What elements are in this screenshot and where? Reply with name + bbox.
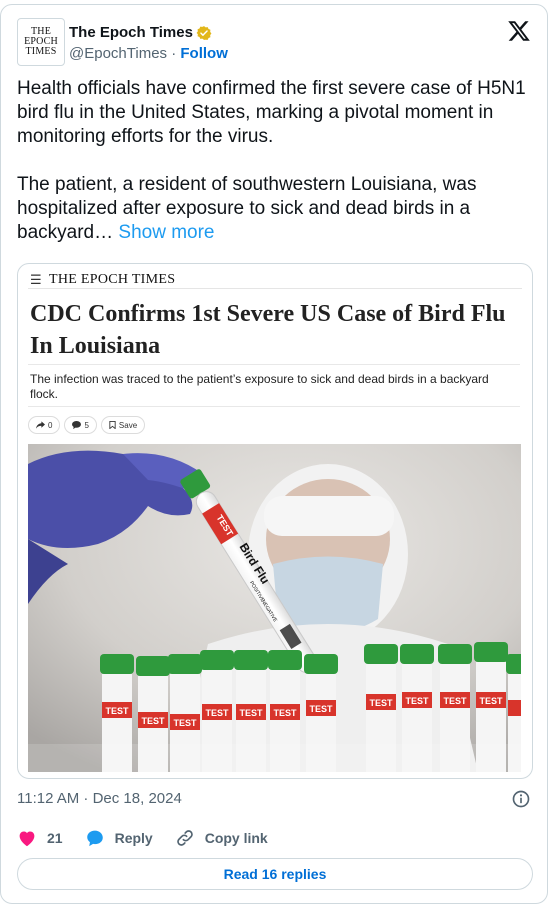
heart-icon <box>19 831 35 847</box>
copy-link-label: Copy link <box>204 830 268 846</box>
article-card[interactable]: ☰ THE EPOCH TIMES CDC Confirms 1st Sever… <box>17 263 533 779</box>
masthead-title: THE EPOCH TIMES <box>48 272 176 287</box>
rack-tube-test-label: TEST <box>443 696 467 706</box>
article-photo: TEST Bird Flu POSITIVE NEGATIVE TEST TES… <box>28 444 521 772</box>
verified-badge-icon <box>196 25 212 40</box>
save-label: Save <box>118 420 138 430</box>
article-headline: CDC Confirms 1st Severe US Case of Bird … <box>30 301 506 359</box>
like-button[interactable]: 21 <box>17 829 63 847</box>
link-icon <box>176 830 193 846</box>
divider <box>28 364 520 365</box>
follow-button[interactable]: Follow <box>180 45 228 62</box>
author-avatar[interactable]: THE EPOCH TIMES <box>17 18 65 66</box>
handle-separator: · <box>171 45 177 62</box>
rack-tube-test-label: TEST <box>173 718 197 728</box>
rack-tube-test-label: TEST <box>273 708 297 718</box>
reply-button[interactable]: Reply <box>85 829 153 847</box>
tweet-text: Health officials have confirmed the firs… <box>17 78 526 243</box>
avatar-line-3: TIMES <box>25 46 57 57</box>
rack-tube-test-label: TEST <box>105 706 129 716</box>
comment-count: 5 <box>84 420 89 430</box>
rack-tube-test-label: TEST <box>369 698 393 708</box>
article-action-pills: 0 5 Save <box>28 416 146 434</box>
reply-bubble-icon <box>86 830 103 847</box>
comment-bubble-icon <box>72 421 82 429</box>
menu-icon: ☰ <box>30 272 42 288</box>
tweet-card: THE EPOCH TIMES The Epoch Times @EpochTi… <box>0 4 548 904</box>
timestamp-row: 11:12 AM · Dec 18, 2024 <box>17 789 531 809</box>
author-handle-row: @EpochTimes · Follow <box>69 45 228 62</box>
rack-tube-test-label: TEST <box>309 704 333 714</box>
tweet-text-block: Health officials have confirmed the firs… <box>17 77 527 245</box>
rack-tube-test-label: TEST <box>205 708 229 718</box>
copy-link-button[interactable]: Copy link <box>175 828 268 848</box>
tweet-header: THE EPOCH TIMES The Epoch Times @EpochTi… <box>17 17 531 67</box>
save-pill: Save <box>100 416 146 434</box>
comment-pill: 5 <box>64 416 97 434</box>
share-arrow-icon <box>36 421 45 429</box>
article-subhead: The infection was traced to the patient’… <box>30 372 489 401</box>
x-logo-icon[interactable] <box>507 19 531 43</box>
share-pill: 0 <box>28 416 61 434</box>
rack-tube-test-label: TEST <box>405 696 429 706</box>
tweet-actions: 21 Reply Copy link <box>17 827 290 849</box>
author-handle[interactable]: @EpochTimes <box>69 45 167 62</box>
rack-tube-test-label: TEST <box>479 696 503 706</box>
reply-label: Reply <box>114 830 153 846</box>
share-count: 0 <box>48 420 53 430</box>
info-icon[interactable] <box>511 789 531 809</box>
divider <box>28 406 520 407</box>
show-more-link[interactable]: Show more <box>118 222 214 243</box>
divider <box>28 288 522 289</box>
article-masthead: ☰ THE EPOCH TIMES <box>30 270 175 290</box>
like-count: 21 <box>47 830 63 846</box>
read-replies-button[interactable]: Read 16 replies <box>17 858 533 890</box>
tweet-timestamp[interactable]: 11:12 AM · Dec 18, 2024 <box>17 790 182 807</box>
bookmark-icon <box>109 421 116 429</box>
rack-tube-test-label: TEST <box>239 708 263 718</box>
author-name-row: The Epoch Times <box>69 24 212 41</box>
author-name[interactable]: The Epoch Times <box>69 24 193 41</box>
rack-tube-test-label: TEST <box>141 716 165 726</box>
read-replies-label: Read 16 replies <box>223 866 327 882</box>
